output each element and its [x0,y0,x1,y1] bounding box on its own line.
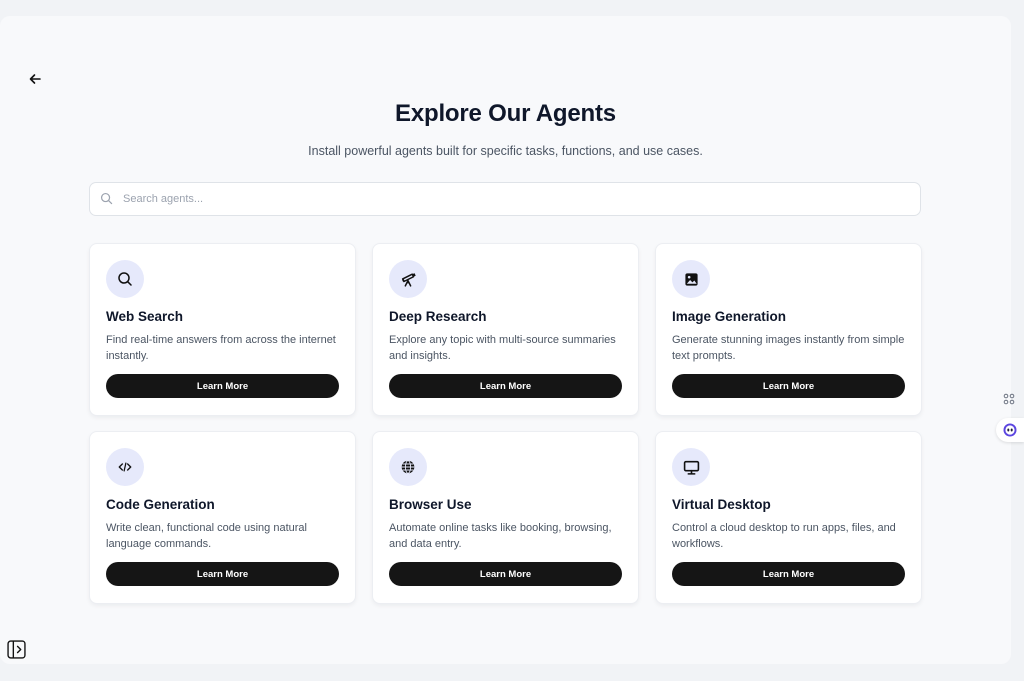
learn-more-button[interactable]: Learn More [672,562,905,586]
agent-name: Browser Use [389,497,472,512]
agent-card-code-generation[interactable]: Code Generation Write clean, functional … [89,431,356,604]
agent-icon-wrap [389,260,427,298]
agent-card-deep-research[interactable]: Deep Research Explore any topic with mul… [372,243,639,416]
floating-tools [996,388,1024,442]
code-icon [118,462,132,472]
agent-icon-wrap [106,448,144,486]
agent-card-image-generation[interactable]: Image Generation Generate stunning image… [655,243,922,416]
agent-description: Explore any topic with multi-source summ… [389,334,616,362]
agent-card-web-search[interactable]: Web Search Find real-time answers from a… [89,243,356,416]
learn-more-button[interactable]: Learn More [106,374,339,398]
back-button[interactable] [24,68,46,90]
image-icon [684,272,698,286]
agent-name: Deep Research [389,309,487,324]
agent-card-virtual-desktop[interactable]: Virtual Desktop Control a cloud desktop … [655,431,922,604]
agent-name: Web Search [106,309,184,324]
agent-name: Image Generation [672,309,787,324]
command-button[interactable] [996,388,1022,410]
agent-name: Code Generation [106,497,215,512]
agent-description: Automate online tasks like booking, brow… [389,522,612,550]
learn-more-button[interactable]: Learn More [389,374,622,398]
command-icon [1003,393,1015,405]
learn-more-button[interactable]: Learn More [389,562,622,586]
search-bar[interactable] [89,182,921,216]
agent-description: Write clean, functional code using natur… [106,522,307,550]
learn-more-button[interactable]: Learn More [106,562,339,586]
agent-icon-wrap [389,448,427,486]
page-subtitle: Install powerful agents built for specif… [308,144,703,158]
search-icon [118,272,132,286]
sidebar-toggle-icon [6,639,26,659]
search-input[interactable] [123,193,920,205]
telescope-icon [401,272,416,287]
assistant-bot-button[interactable] [996,418,1024,442]
learn-more-button[interactable]: Learn More [672,374,905,398]
sidebar-toggle-button[interactable] [6,639,26,659]
search-icon [100,192,114,206]
assistant-bot-icon [1003,423,1017,437]
agent-card-browser-use[interactable]: Browser Use Automate online tasks like b… [372,431,639,604]
page-title: Explore Our Agents [395,100,616,127]
agent-icon-wrap [672,260,710,298]
agent-description: Find real-time answers from across the i… [106,334,336,362]
agent-icon-wrap [106,260,144,298]
globe-icon [401,460,415,474]
agent-description: Generate stunning images instantly from … [672,334,905,362]
agent-name: Virtual Desktop [672,497,771,512]
agent-icon-wrap [672,448,710,486]
agent-description: Control a cloud desktop to run apps, fil… [672,522,896,550]
arrow-left-icon [29,74,41,84]
monitor-icon [683,460,699,475]
